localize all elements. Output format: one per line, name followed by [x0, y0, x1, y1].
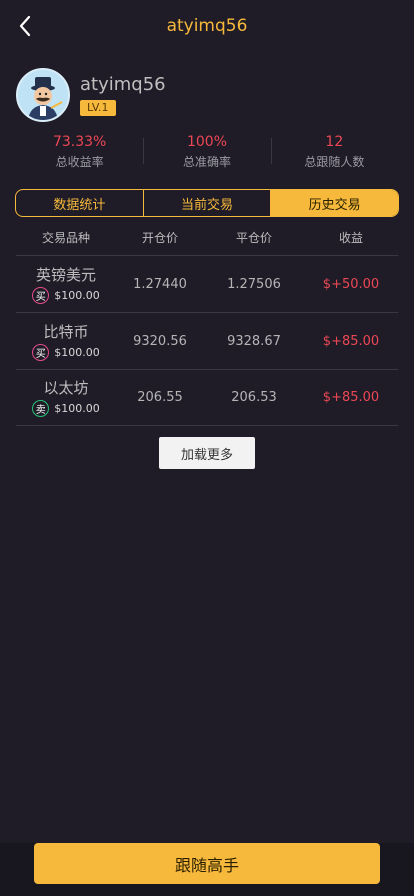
- table-header: 交易品种 开仓价 平仓价 收益: [16, 225, 398, 249]
- table-row[interactable]: 以太坊 卖 $100.00 206.55 206.53 $+85.00: [16, 369, 398, 426]
- profile-section: atyimq56 LV.1: [16, 68, 166, 122]
- back-button[interactable]: [14, 14, 36, 38]
- buy-badge: 买: [32, 286, 50, 304]
- username: atyimq56: [80, 74, 166, 95]
- column-header-product: 交易品种: [41, 230, 90, 245]
- open-price: 206.55: [137, 390, 183, 405]
- stat-label: 总跟随人数: [304, 155, 365, 169]
- trade-amount: $100.00: [54, 345, 100, 359]
- product-cell: 英镑美元 买 $100.00: [16, 265, 116, 304]
- stats-row: 73.33% 总收益率 100% 总准确率 12 总跟随人数: [16, 132, 398, 172]
- stat-label: 总收益率: [55, 155, 104, 169]
- profit-value: $+85.00: [322, 333, 380, 349]
- trade-amount: $100.00: [54, 402, 100, 415]
- load-more-button[interactable]: 加载更多: [159, 437, 255, 469]
- stat-label: 总准确率: [182, 155, 231, 169]
- column-header-profit: 收益: [338, 230, 363, 245]
- tab-history-trades[interactable]: 历史交易: [270, 190, 398, 216]
- profit-value: $+85.00: [322, 390, 380, 405]
- profit-value: $+50.00: [322, 276, 380, 292]
- level-badge: LV.1: [80, 100, 116, 116]
- close-price: 9328.67: [227, 333, 281, 349]
- table-row[interactable]: 英镑美元 买 $100.00 1.27440 1.27506 $+50.00: [16, 255, 398, 312]
- page-title: atyimq56: [166, 16, 248, 36]
- stat-value: 73.33%: [52, 134, 107, 150]
- product-name: 英镑美元: [35, 265, 96, 284]
- top-bar: atyimq56: [0, 0, 414, 52]
- open-price: 1.27440: [133, 276, 187, 292]
- tab-statistics[interactable]: 数据统计: [16, 190, 143, 216]
- trade-amount: $100.00: [54, 288, 100, 302]
- product-cell: 比特币 买 $100.00: [16, 322, 116, 361]
- table-row[interactable]: 比特币 买 $100.00 9320.56 9328.67 $+85.00: [16, 312, 398, 369]
- product-cell: 以太坊 卖 $100.00: [16, 378, 116, 417]
- open-price: 9320.56: [133, 333, 187, 349]
- column-header-open-price: 开仓价: [141, 230, 178, 245]
- tab-current-trades[interactable]: 当前交易: [142, 190, 271, 216]
- avatar[interactable]: [16, 68, 70, 122]
- stat-total-return: 73.33% 总收益率: [16, 132, 143, 172]
- close-price: 1.27506: [227, 276, 281, 292]
- trader-avatar-icon: [18, 70, 68, 120]
- product-name: 以太坊: [43, 379, 89, 397]
- sell-badge: 卖: [32, 400, 50, 417]
- trade-list: 英镑美元 买 $100.00 1.27440 1.27506 $+50.00 比…: [16, 255, 398, 426]
- column-header-close-price: 平仓价: [235, 230, 272, 245]
- tab-bar: 数据统计 当前交易 历史交易: [15, 189, 399, 217]
- stat-value: 100%: [186, 134, 227, 150]
- chevron-left-icon: [19, 15, 31, 37]
- stat-value: 12: [325, 134, 344, 150]
- stat-followers: 12 总跟随人数: [270, 132, 398, 172]
- close-price: 206.53: [231, 390, 277, 405]
- stat-accuracy: 100% 总准确率: [143, 132, 270, 172]
- product-name: 比特币: [43, 322, 89, 341]
- buy-badge: 买: [32, 343, 50, 361]
- follow-expert-button[interactable]: 跟随高手: [34, 843, 380, 884]
